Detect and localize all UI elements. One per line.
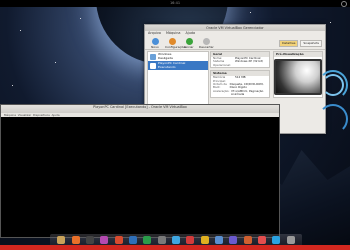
details-toggle[interactable]: Detalhes [279,40,299,47]
menu-arquivo[interactable]: Arquivo [148,31,161,36]
start-button[interactable]: Iniciar [182,37,196,50]
vm-screen[interactable] [1,117,279,237]
store-icon[interactable] [257,236,266,244]
new-button[interactable]: Novo [148,37,162,50]
view-segment: Detalhes Snapshots [279,40,325,49]
section-geral: Geral Nome: PlayonPC Cardinal Sistema Ope… [210,51,270,69]
vm-state: Executando [158,64,176,69]
top-panel: 16:41 [0,0,350,7]
video-icon[interactable] [243,236,252,244]
vm-window-title[interactable]: PlayonPC Cardinal [Executando] - Oracle … [1,105,279,113]
preview-pane: Pré-Visualização [273,51,323,131]
clock[interactable]: 16:41 [170,1,180,5]
section-sistema: Sistema Memória Principal: 512 MB Ordem d… [210,70,270,98]
office-icon[interactable] [143,236,152,244]
vm-os-icon [150,53,156,60]
discard-button[interactable]: Descartar [199,37,214,50]
vm-preview-thumbnail [274,59,322,95]
star [250,12,251,13]
detail-row: Aceleração: VT-x/AMD-V, Paginação Aninhad… [211,88,269,97]
detail-key: Aceleração: [213,88,230,93]
web-browser-icon[interactable] [71,236,80,244]
power-icon[interactable] [341,1,347,7]
settings-button[interactable]: Configurações [165,37,187,50]
music-icon[interactable] [100,236,109,244]
star [55,62,56,63]
chat-icon[interactable] [171,236,180,244]
vm-item-playonpc[interactable]: PlayonPC Cardinal Executando [148,61,208,70]
detail-row: Sistema Operacional: Windows XP (32 bit) [211,60,269,67]
menu-maquina[interactable]: Máquina [166,31,180,36]
section-preview: Pré-Visualização [273,51,323,98]
editor-icon[interactable] [229,236,238,244]
new-icon [151,37,159,45]
home-folder-icon[interactable] [57,236,66,244]
menu-ajuda[interactable]: Ajuda [185,31,195,36]
vm-window: PlayonPC Cardinal [Executando] - Oracle … [0,104,280,238]
settings-icon[interactable] [157,236,166,244]
star [12,85,13,86]
vm-state: Desligada [158,55,173,60]
detail-value: VT-x/AMD-V, Paginação Aninhada [231,88,264,97]
files-icon[interactable] [214,236,223,244]
vm-os-icon [150,62,156,69]
virtualbox-icon[interactable] [128,236,137,244]
trash-icon[interactable] [286,236,295,244]
discard-label: Descartar [199,44,214,49]
photos-icon[interactable] [186,236,195,244]
detail-key: Sistema Operacional: [213,59,231,67]
terminal-icon[interactable] [85,236,94,244]
disk-ring [318,104,348,134]
detail-value: Windows XP (32 bit) [235,59,264,64]
chrome-icon[interactable] [200,236,209,244]
discard-icon [202,37,210,45]
mem-ring [322,74,344,96]
new-label: Novo [151,44,159,49]
snapshots-toggle[interactable]: Snapshots [300,40,322,47]
start-label: Iniciar [184,44,194,49]
section-title[interactable]: Pré-Visualização [274,52,322,57]
conky-widget [318,70,350,140]
mail-icon[interactable] [114,236,123,244]
start-arrow-icon [185,37,193,45]
vm-item-windows[interactable]: Windows Desligada [148,52,208,61]
star [20,30,21,31]
star [80,18,81,19]
skype-icon[interactable] [272,236,281,244]
star [330,22,331,23]
taskbar-strip [0,245,350,250]
gear-icon [168,37,176,45]
toolbar: Novo Configurações Iniciar Descartar Det… [145,36,325,50]
